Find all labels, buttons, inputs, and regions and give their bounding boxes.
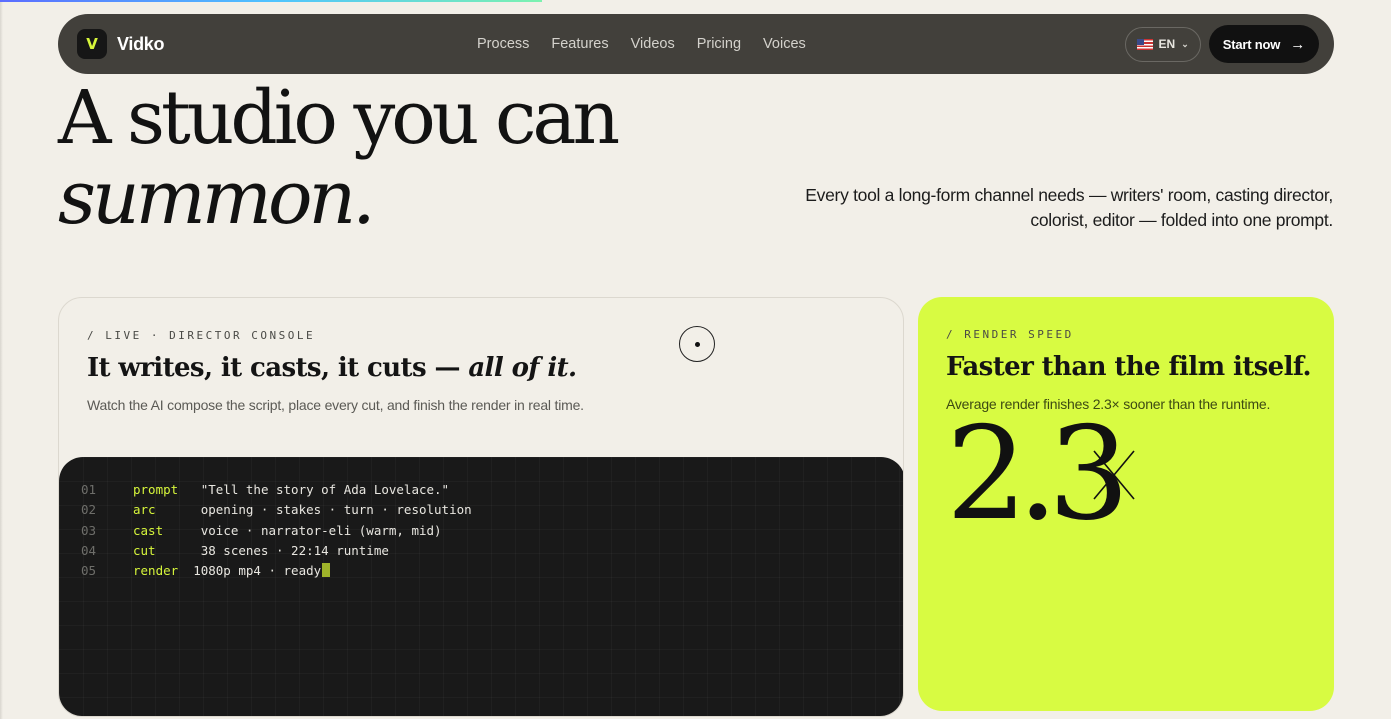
start-now-label: Start now bbox=[1222, 36, 1281, 52]
hero-title: A studio you can summon. bbox=[58, 75, 620, 241]
line-key: render bbox=[133, 562, 179, 578]
console-description: Watch the AI compose the script, place e… bbox=[87, 397, 584, 413]
nav-link-features[interactable]: Features bbox=[551, 36, 608, 52]
line-key: cut bbox=[133, 542, 156, 558]
logo-mark-icon: V bbox=[77, 29, 107, 59]
arrow-right-icon: → bbox=[1290, 35, 1305, 53]
dot-icon bbox=[694, 341, 700, 347]
window-edge bbox=[0, 0, 3, 719]
nav-actions: EN ⌄ Start now → bbox=[1124, 25, 1319, 63]
line-number: 05 bbox=[81, 562, 97, 578]
hero-subtitle: Every tool a long-form channel needs — w… bbox=[773, 183, 1333, 233]
line-value: opening · stakes · turn · resolution bbox=[155, 501, 472, 517]
line-key: prompt bbox=[133, 481, 179, 497]
line-value: voice · narrator-eli (warm, mid) bbox=[163, 522, 442, 538]
console-title-italic: all of it. bbox=[468, 353, 577, 383]
console-terminal: 01 prompt "Tell the story of Ada Lovelac… bbox=[59, 457, 903, 716]
hero-subtitle-line2: colorist, editor — folded into one promp… bbox=[1030, 210, 1333, 230]
terminal-line: 02 arc opening · stakes · turn · resolut… bbox=[81, 499, 472, 519]
chevron-down-icon: ⌄ bbox=[1181, 38, 1189, 49]
scroll-progress-bar bbox=[0, 0, 542, 2]
line-number: 01 bbox=[81, 481, 97, 497]
console-title: It writes, it casts, it cuts — all of it… bbox=[87, 353, 577, 383]
nav-link-voices[interactable]: Voices bbox=[763, 36, 806, 52]
terminal-line: 05 render 1080p mp4 · ready bbox=[81, 560, 331, 580]
line-number: 04 bbox=[81, 542, 97, 558]
brand-logo-link[interactable]: V Vidko bbox=[77, 29, 164, 59]
hero-title-line2: summon. bbox=[58, 155, 376, 241]
terminal-line: 03 cast voice · narrator-eli (warm, mid) bbox=[81, 520, 442, 540]
line-key: cast bbox=[133, 522, 164, 538]
line-value: "Tell the story of Ada Lovelace." bbox=[178, 481, 450, 497]
brand-name: Vidko bbox=[117, 33, 165, 54]
text-cursor bbox=[322, 563, 331, 577]
line-number: 02 bbox=[81, 501, 97, 517]
line-value: 1080p mp4 · ready bbox=[178, 562, 322, 578]
nav-link-videos[interactable]: Videos bbox=[631, 36, 675, 52]
language-selector[interactable]: EN ⌄ bbox=[1124, 26, 1201, 62]
hero-subtitle-line1: Every tool a long-form channel needs — w… bbox=[805, 185, 1333, 205]
console-title-main: It writes, it casts, it cuts — bbox=[87, 353, 469, 383]
console-eyebrow: / LIVE · DIRECTOR CONSOLE bbox=[87, 329, 316, 342]
hero-title-line1: A studio you can bbox=[58, 75, 620, 161]
multiply-x-icon bbox=[1093, 450, 1135, 500]
line-number: 03 bbox=[81, 522, 97, 538]
nav-links: Process Features Videos Pricing Voices bbox=[477, 14, 806, 74]
line-key: arc bbox=[133, 501, 156, 517]
language-label: EN bbox=[1158, 37, 1176, 51]
render-speed-card: / RENDER SPEED Faster than the film itse… bbox=[918, 297, 1334, 711]
top-navigation: V Vidko Process Features Videos Pricing … bbox=[58, 14, 1334, 74]
start-now-button[interactable]: Start now → bbox=[1208, 25, 1319, 63]
terminal-line: 01 prompt "Tell the story of Ada Lovelac… bbox=[81, 479, 449, 499]
nav-link-pricing[interactable]: Pricing bbox=[697, 36, 741, 52]
director-console-card: / LIVE · DIRECTOR CONSOLE It writes, it … bbox=[58, 297, 904, 717]
line-value: 38 scenes · 22:14 runtime bbox=[155, 542, 389, 558]
terminal-line: 04 cut 38 scenes · 22:14 runtime bbox=[81, 540, 389, 560]
us-flag-icon bbox=[1136, 38, 1153, 50]
speed-title: Faster than the film itself. bbox=[946, 352, 1312, 382]
speed-eyebrow: / RENDER SPEED bbox=[946, 328, 1074, 341]
record-dot-button[interactable] bbox=[679, 326, 715, 362]
nav-link-process[interactable]: Process bbox=[477, 36, 529, 52]
